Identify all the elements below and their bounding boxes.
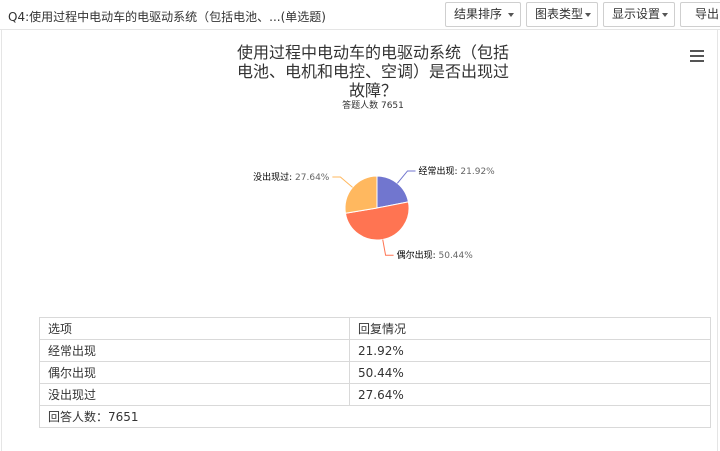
pie-data-label: 没出现过: 27.64% (253, 171, 330, 183)
table-cell-option: 没出现过 (39, 383, 350, 406)
pie-data-label: 经常出现: 21.92% (419, 165, 496, 177)
table-cell-option: 经常出现 (39, 339, 350, 362)
table-cell-percent: 50.44% (349, 361, 711, 384)
table-footer-row: 回答人数：7651 (39, 405, 711, 428)
table-footer-count: 回答人数：7651 (39, 405, 711, 428)
table-cell-percent: 27.64% (349, 383, 711, 406)
table-header-option: 选项 (39, 317, 350, 340)
table-header-row: 选项 回复情况 (39, 317, 711, 340)
table-cell-percent: 21.92% (349, 339, 711, 362)
pie-slice[interactable] (344, 175, 378, 214)
table-header-response: 回复情况 (349, 317, 711, 340)
results-table: 选项 回复情况 经常出现 21.92% 偶尔出现 50.44% 没出现过 27.… (39, 317, 711, 428)
pie-connector-line (382, 239, 394, 256)
table-row: 偶尔出现 50.44% (39, 361, 711, 384)
pie-connector-line (332, 176, 353, 188)
pie-connector-line (396, 170, 416, 184)
pie-data-label: 偶尔出现: 50.44% (397, 249, 474, 261)
table-row: 没出现过 27.64% (39, 383, 711, 406)
table-row: 经常出现 21.92% (39, 339, 711, 362)
table-cell-option: 偶尔出现 (39, 361, 350, 384)
